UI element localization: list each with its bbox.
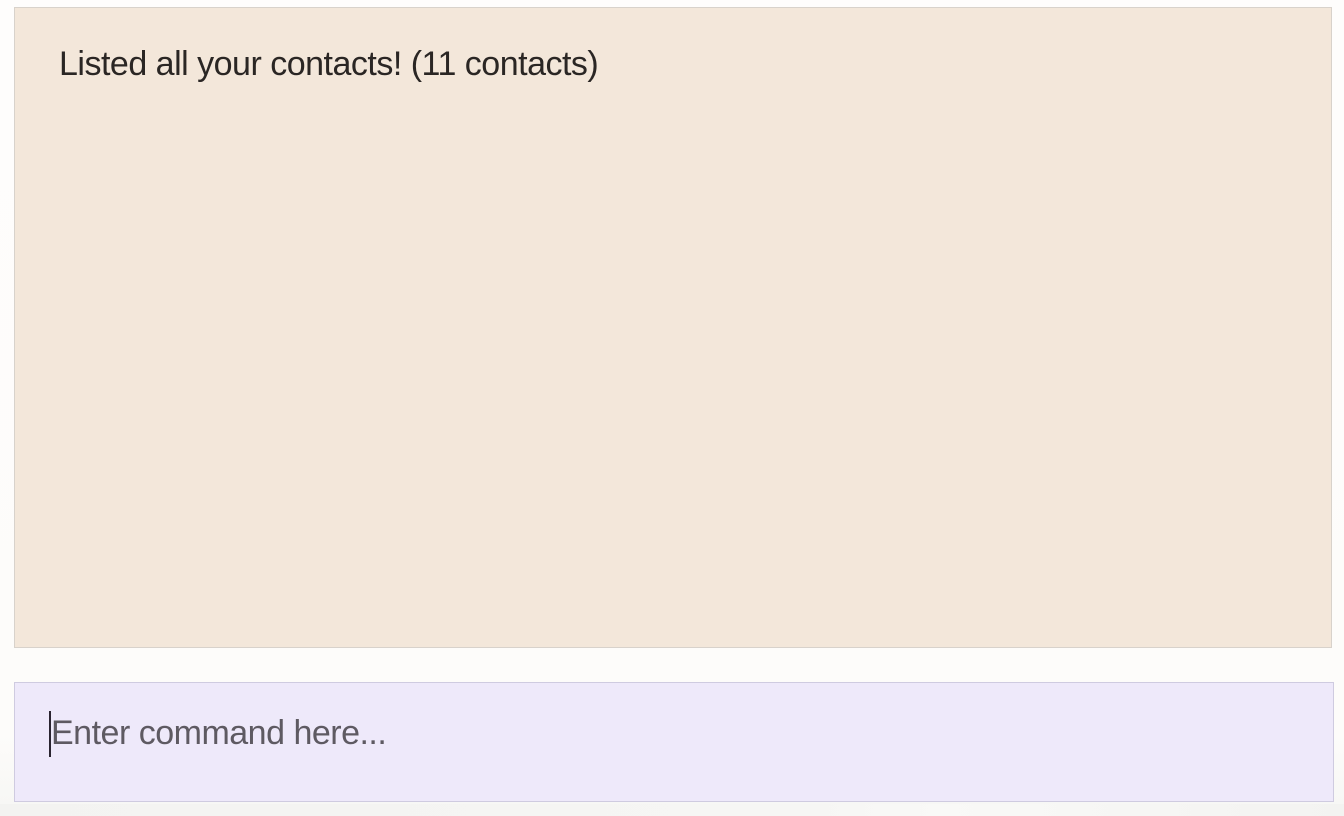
window-bottom-edge [0, 804, 1344, 816]
result-display: Listed all your contacts! (11 contacts) [14, 7, 1332, 648]
command-input[interactable] [49, 711, 1311, 755]
result-message: Listed all your contacts! (11 contacts) [59, 45, 599, 83]
app-window: Listed all your contacts! (11 contacts) [0, 0, 1344, 816]
text-caret [49, 711, 51, 757]
command-box [14, 682, 1334, 802]
